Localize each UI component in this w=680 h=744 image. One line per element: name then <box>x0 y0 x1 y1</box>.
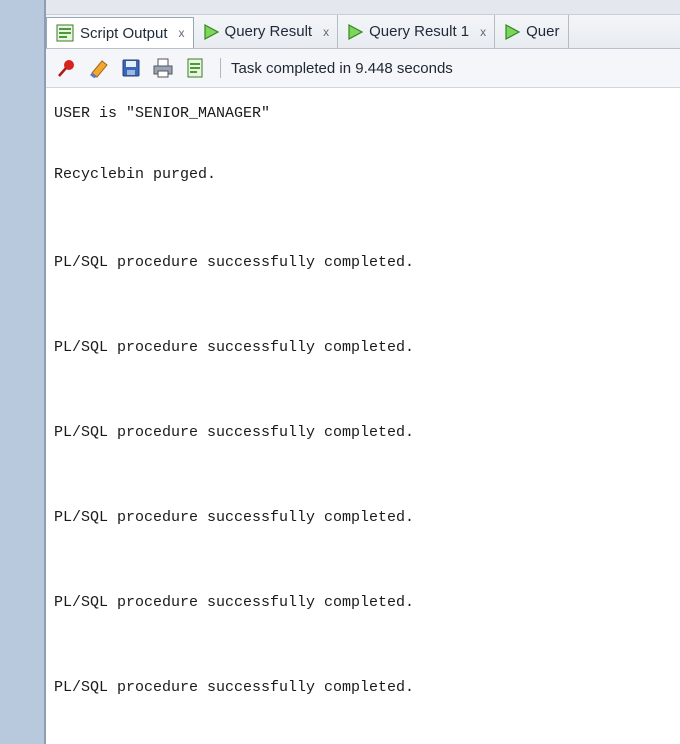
output-line: PL/SQL procedure successfully completed. <box>54 254 415 271</box>
script-output-icon <box>56 24 74 42</box>
output-tab-bar: Script Output x Query Result x Query Res… <box>46 15 680 49</box>
print-icon <box>153 58 173 78</box>
output-line: Recyclebin purged. <box>54 166 217 183</box>
clear-button[interactable] <box>88 57 110 79</box>
output-line: PL/SQL procedure successfully completed. <box>54 594 415 611</box>
tab-label: Quer <box>526 23 560 40</box>
status-text: Task completed in 9.448 seconds <box>231 59 453 77</box>
pin-button[interactable] <box>56 57 78 79</box>
output-toolbar: Task completed in 9.448 seconds <box>46 49 680 88</box>
toolbar-separator <box>220 58 221 78</box>
script-output-area[interactable]: USER is "SENIOR_MANAGER" Recyclebin purg… <box>46 89 680 744</box>
output-line: PL/SQL procedure successfully completed. <box>54 679 415 696</box>
play-icon <box>348 23 364 40</box>
output-line: USER is "SENIOR_MANAGER" <box>54 105 271 122</box>
pin-icon <box>58 60 74 77</box>
tab-label: Script Output <box>80 24 168 42</box>
editor-top-edge <box>46 0 680 15</box>
tab-label: Query Result <box>224 23 313 40</box>
save-icon <box>122 59 140 77</box>
open-file-icon <box>187 58 203 78</box>
close-icon[interactable]: x <box>323 25 329 39</box>
tab-script-output[interactable]: Script Output x <box>46 17 194 48</box>
close-icon[interactable]: x <box>179 26 185 40</box>
close-icon[interactable]: x <box>480 25 486 39</box>
play-icon <box>203 23 219 40</box>
print-button[interactable] <box>152 57 174 79</box>
save-button[interactable] <box>120 57 142 79</box>
output-line: PL/SQL procedure successfully completed. <box>54 509 415 526</box>
tab-query-result-truncated[interactable]: Quer <box>495 15 569 48</box>
tab-label: Query Result 1 <box>369 23 470 40</box>
tab-query-result[interactable]: Query Result x <box>194 15 339 48</box>
left-panel-gutter <box>0 0 44 744</box>
open-file-button[interactable] <box>184 57 206 79</box>
output-line: PL/SQL procedure successfully completed. <box>54 424 415 441</box>
tab-query-result-1[interactable]: Query Result 1 x <box>338 15 496 48</box>
play-icon <box>505 23 521 40</box>
output-line: PL/SQL procedure successfully completed. <box>54 339 415 356</box>
eraser-icon <box>90 60 108 78</box>
